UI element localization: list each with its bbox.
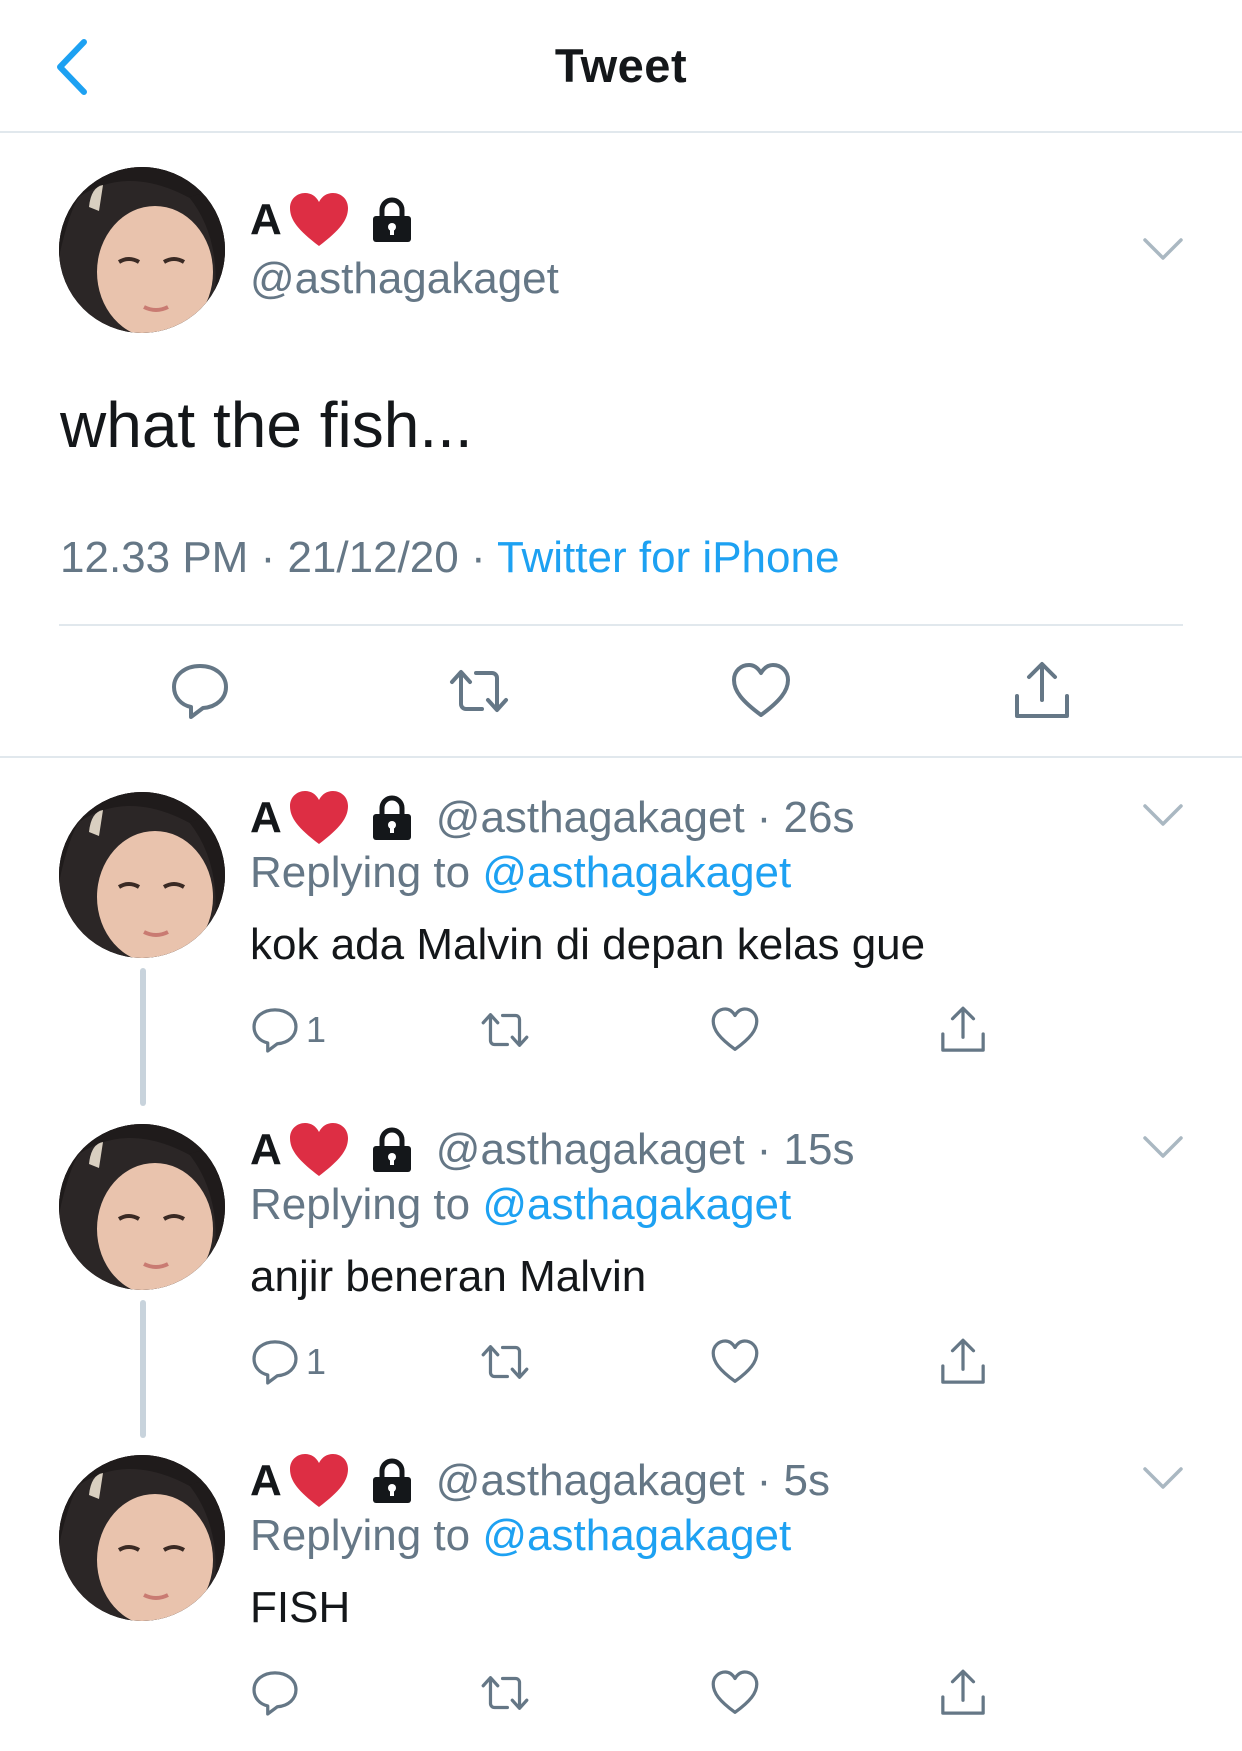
mention-link[interactable]: @asthagakaget [482, 1180, 791, 1229]
author-name: A [250, 195, 282, 244]
reply-icon [252, 1671, 298, 1716]
page-title: Tweet [554, 39, 688, 92]
chevron-down-icon [1143, 238, 1183, 260]
red-heart-emoji [289, 1454, 348, 1507]
avatar[interactable] [59, 1455, 225, 1621]
tweet-meta: 12.33 PM · 21/12/20 · Twitter for iPhone [60, 533, 839, 583]
share-button[interactable] [1011, 660, 1073, 722]
tweet-text: what the fish... [60, 389, 473, 461]
avatar[interactable] [59, 167, 225, 333]
reply-button[interactable]: 1 [250, 1335, 326, 1389]
red-heart-emoji [289, 791, 348, 844]
red-heart-emoji [289, 193, 348, 246]
reply-text: FISH [250, 1583, 351, 1632]
mention-link[interactable]: @asthagakaget [482, 848, 791, 897]
replying-to: Replying to @asthagakaget [250, 1511, 791, 1561]
like-icon [711, 1007, 759, 1051]
thread-connector [140, 968, 146, 1106]
retweet-button[interactable] [480, 1003, 530, 1057]
reply-count: 1 [306, 1009, 327, 1050]
reply-header: A @asthagakaget · 5s [250, 1451, 830, 1511]
chevron-down-icon [1143, 1467, 1183, 1489]
like-icon [732, 663, 790, 717]
avatar[interactable] [59, 792, 225, 958]
reply-tweet[interactable]: A @asthagakaget · 5s Replying to @asthag… [0, 1421, 1242, 1751]
share-icon [941, 1338, 985, 1384]
retweet-button[interactable] [480, 1666, 530, 1720]
tweet-options-chevron[interactable] [1141, 1132, 1185, 1162]
divider [59, 624, 1183, 626]
share-button[interactable] [938, 1666, 988, 1720]
author-handle[interactable]: @asthagakaget [436, 793, 745, 843]
replying-label: Replying to [250, 1180, 483, 1229]
replying-label: Replying to [250, 848, 483, 897]
share-icon [941, 1669, 985, 1715]
author-name: A [250, 1125, 282, 1174]
retweet-icon [481, 1345, 529, 1379]
author-name-row: A [250, 190, 414, 250]
retweet-icon [481, 1676, 529, 1710]
share-icon [941, 1006, 985, 1052]
share-button[interactable] [938, 1003, 988, 1057]
tweet-options-chevron[interactable] [1141, 800, 1185, 830]
meta-separator: · [458, 533, 498, 582]
mention-link[interactable]: @asthagakaget [482, 1511, 791, 1560]
reply-icon [172, 664, 228, 719]
nav-bar: Tweet [0, 0, 1242, 133]
like-button[interactable] [730, 660, 792, 722]
lock-icon [372, 795, 411, 840]
author-handle[interactable]: @asthagakaget [436, 1125, 745, 1175]
tweet-options-chevron[interactable] [1141, 1463, 1185, 1493]
tweet-options-chevron[interactable] [1141, 234, 1185, 264]
tweet-source-link[interactable]: Twitter for iPhone [497, 533, 839, 582]
reply-count: 1 [306, 1341, 327, 1382]
share-button[interactable] [938, 1335, 988, 1389]
lock-icon [372, 1458, 411, 1503]
reply-tweet[interactable]: A @asthagakaget · 15s Replying to @astha… [0, 1090, 1242, 1438]
reply-header: A @asthagakaget · 26s [250, 788, 855, 848]
meta-separator: · [248, 533, 288, 582]
reply-time: · 15s [756, 1125, 855, 1174]
reply-button[interactable]: 1 [250, 1003, 326, 1057]
thread-connector [140, 1300, 146, 1438]
author-handle[interactable]: @asthagakaget [250, 254, 559, 304]
retweet-button[interactable] [480, 1335, 530, 1389]
author-name: A [250, 793, 282, 842]
lock-icon [372, 1127, 411, 1172]
author-handle[interactable]: @asthagakaget [436, 1456, 745, 1506]
reply-tweet[interactable]: A @asthagakaget · 26s Replying to @astha… [0, 758, 1242, 1106]
chevron-down-icon [1143, 1136, 1183, 1158]
like-icon [711, 1670, 759, 1714]
reply-button[interactable] [250, 1666, 306, 1720]
share-icon [1015, 662, 1069, 718]
replying-label: Replying to [250, 1511, 483, 1560]
lock-icon [372, 197, 411, 242]
reply-time: · 26s [756, 793, 855, 842]
tweet-detail-screen: Tweet A @asthagakaget what the fish... 1… [0, 0, 1242, 1751]
replying-to: Replying to @asthagakaget [250, 1180, 791, 1230]
author-name: A [250, 1456, 282, 1505]
avatar[interactable] [59, 1124, 225, 1290]
reply-text: anjir beneran Malvin [250, 1252, 647, 1301]
replying-to: Replying to @asthagakaget [250, 848, 791, 898]
retweet-icon [450, 670, 508, 712]
red-heart-emoji [289, 1123, 348, 1176]
retweet-button[interactable] [448, 660, 510, 722]
like-icon [711, 1339, 759, 1383]
reply-icon [252, 1340, 298, 1385]
reply-icon [252, 1008, 298, 1053]
tweet-time: 12.33 PM [60, 533, 249, 582]
reply-text: kok ada Malvin di depan kelas gue [250, 920, 926, 969]
reply-button[interactable] [169, 660, 231, 722]
retweet-icon [481, 1013, 529, 1047]
like-button[interactable] [710, 1335, 760, 1389]
tweet-date: 21/12/20 [287, 533, 459, 582]
reply-header: A @asthagakaget · 15s [250, 1120, 855, 1180]
like-button[interactable] [710, 1003, 760, 1057]
reply-time: · 5s [756, 1456, 831, 1505]
chevron-down-icon [1143, 804, 1183, 826]
like-button[interactable] [710, 1666, 760, 1720]
